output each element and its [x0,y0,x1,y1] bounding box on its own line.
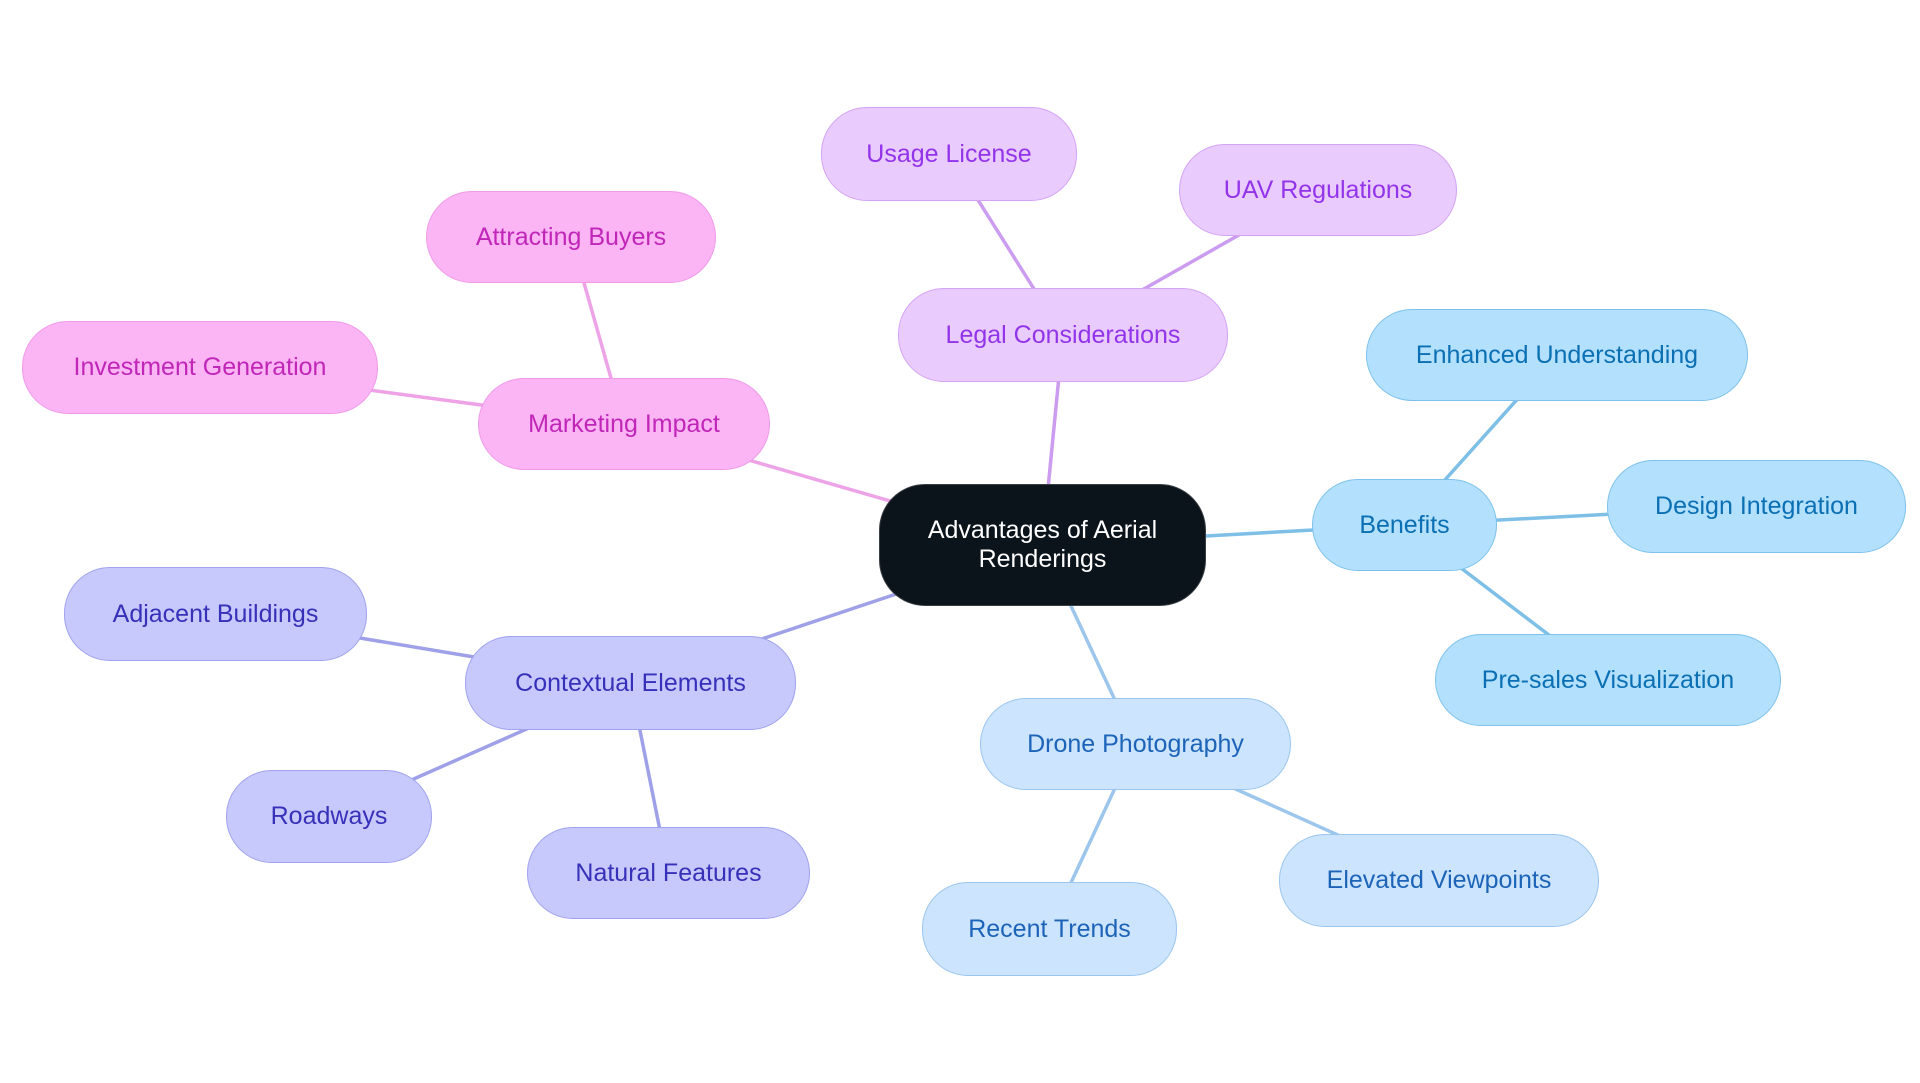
node-attracting-buyers[interactable]: Attracting Buyers [426,191,716,283]
node-label: Natural Features [575,858,762,887]
node-label: Elevated Viewpoints [1326,866,1552,894]
node-label: Benefits [1359,510,1450,539]
node-label: Legal Considerations [945,320,1181,349]
node-drone-photography[interactable]: Drone Photography [980,698,1291,790]
node-label: Roadways [270,802,388,830]
node-label: Investment Generation [73,353,327,381]
node-label: Attracting Buyers [475,222,667,251]
node-roadways[interactable]: Roadways [226,770,432,863]
node-contextual-elements[interactable]: Contextual Elements [465,636,796,730]
node-uav-regulations[interactable]: UAV Regulations [1179,144,1457,236]
node-label: UAV Regulations [1223,175,1413,204]
node-natural-features[interactable]: Natural Features [527,827,810,919]
node-marketing-impact[interactable]: Marketing Impact [478,378,770,470]
node-benefits[interactable]: Benefits [1312,479,1497,571]
node-label: Contextual Elements [515,668,746,697]
node-elevated-viewpoints[interactable]: Elevated Viewpoints [1279,834,1599,927]
node-design-integration[interactable]: Design Integration [1607,460,1906,553]
node-label: Pre-sales Visualization [1481,665,1735,694]
node-adjacent-buildings[interactable]: Adjacent Buildings [64,567,367,661]
node-label: Advantages of Aerial Renderings [927,516,1158,573]
node-recent-trends[interactable]: Recent Trends [922,882,1177,976]
node-label: Adjacent Buildings [112,599,319,628]
node-label: Recent Trends [968,914,1131,943]
node-label: Usage License [866,139,1032,168]
node-enhanced-understanding[interactable]: Enhanced Understanding [1366,309,1748,401]
node-usage-license[interactable]: Usage License [821,107,1077,201]
node-pre-sales-visualization[interactable]: Pre-sales Visualization [1435,634,1781,726]
node-legal-considerations[interactable]: Legal Considerations [898,288,1228,382]
node-label: Enhanced Understanding [1415,340,1699,369]
node-label: Marketing Impact [528,409,720,438]
node-label: Design Integration [1655,492,1858,520]
node-root[interactable]: Advantages of Aerial Renderings [879,484,1206,606]
node-investment-generation[interactable]: Investment Generation [22,321,378,414]
node-label: Drone Photography [1027,729,1244,758]
